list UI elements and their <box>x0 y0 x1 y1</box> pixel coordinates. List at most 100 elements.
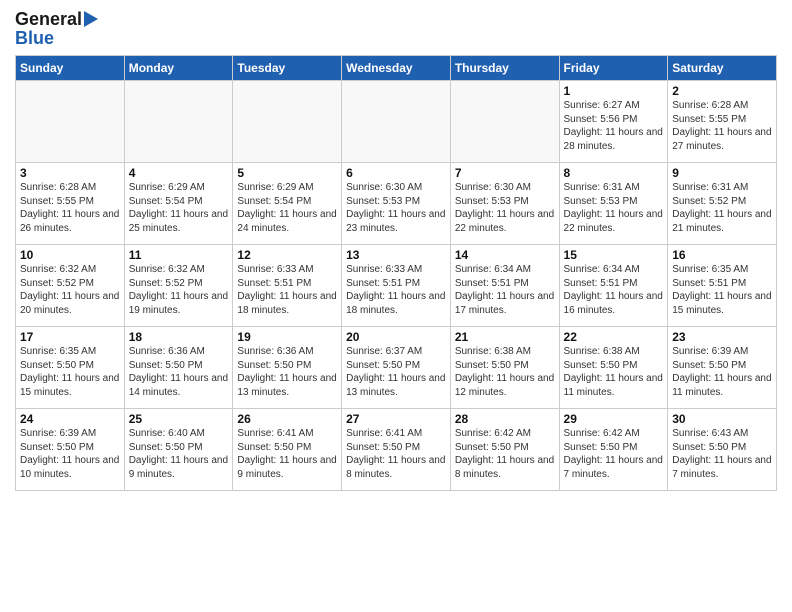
day-cell: 23Sunrise: 6:39 AM Sunset: 5:50 PM Dayli… <box>668 327 777 409</box>
weekday-header-thursday: Thursday <box>450 56 559 81</box>
day-cell <box>233 81 342 163</box>
day-number: 26 <box>237 412 337 426</box>
day-info: Sunrise: 6:32 AM Sunset: 5:52 PM Dayligh… <box>20 263 120 317</box>
day-cell: 11Sunrise: 6:32 AM Sunset: 5:52 PM Dayli… <box>124 245 233 327</box>
day-cell: 6Sunrise: 6:30 AM Sunset: 5:53 PM Daylig… <box>342 163 451 245</box>
day-number: 15 <box>564 248 664 262</box>
day-cell: 15Sunrise: 6:34 AM Sunset: 5:51 PM Dayli… <box>559 245 668 327</box>
week-row-3: 10Sunrise: 6:32 AM Sunset: 5:52 PM Dayli… <box>16 245 777 327</box>
day-cell <box>124 81 233 163</box>
day-number: 17 <box>20 330 120 344</box>
day-cell: 29Sunrise: 6:42 AM Sunset: 5:50 PM Dayli… <box>559 409 668 491</box>
day-cell: 9Sunrise: 6:31 AM Sunset: 5:52 PM Daylig… <box>668 163 777 245</box>
day-number: 6 <box>346 166 446 180</box>
day-number: 13 <box>346 248 446 262</box>
day-info: Sunrise: 6:35 AM Sunset: 5:51 PM Dayligh… <box>672 263 772 317</box>
day-number: 20 <box>346 330 446 344</box>
day-info: Sunrise: 6:42 AM Sunset: 5:50 PM Dayligh… <box>455 427 555 481</box>
day-number: 24 <box>20 412 120 426</box>
day-info: Sunrise: 6:42 AM Sunset: 5:50 PM Dayligh… <box>564 427 664 481</box>
day-info: Sunrise: 6:29 AM Sunset: 5:54 PM Dayligh… <box>129 181 229 235</box>
day-info: Sunrise: 6:41 AM Sunset: 5:50 PM Dayligh… <box>237 427 337 481</box>
calendar-table: SundayMondayTuesdayWednesdayThursdayFrid… <box>15 55 777 491</box>
day-cell: 1Sunrise: 6:27 AM Sunset: 5:56 PM Daylig… <box>559 81 668 163</box>
day-cell: 20Sunrise: 6:37 AM Sunset: 5:50 PM Dayli… <box>342 327 451 409</box>
day-info: Sunrise: 6:36 AM Sunset: 5:50 PM Dayligh… <box>237 345 337 399</box>
day-number: 1 <box>564 84 664 98</box>
header: General Blue <box>15 10 777 49</box>
day-info: Sunrise: 6:43 AM Sunset: 5:50 PM Dayligh… <box>672 427 772 481</box>
day-cell: 28Sunrise: 6:42 AM Sunset: 5:50 PM Dayli… <box>450 409 559 491</box>
day-cell: 30Sunrise: 6:43 AM Sunset: 5:50 PM Dayli… <box>668 409 777 491</box>
day-cell: 24Sunrise: 6:39 AM Sunset: 5:50 PM Dayli… <box>16 409 125 491</box>
day-info: Sunrise: 6:33 AM Sunset: 5:51 PM Dayligh… <box>237 263 337 317</box>
day-info: Sunrise: 6:36 AM Sunset: 5:50 PM Dayligh… <box>129 345 229 399</box>
day-info: Sunrise: 6:28 AM Sunset: 5:55 PM Dayligh… <box>20 181 120 235</box>
day-info: Sunrise: 6:39 AM Sunset: 5:50 PM Dayligh… <box>20 427 120 481</box>
day-number: 16 <box>672 248 772 262</box>
day-info: Sunrise: 6:28 AM Sunset: 5:55 PM Dayligh… <box>672 99 772 153</box>
day-info: Sunrise: 6:34 AM Sunset: 5:51 PM Dayligh… <box>564 263 664 317</box>
day-info: Sunrise: 6:31 AM Sunset: 5:53 PM Dayligh… <box>564 181 664 235</box>
day-number: 28 <box>455 412 555 426</box>
day-number: 27 <box>346 412 446 426</box>
weekday-header-wednesday: Wednesday <box>342 56 451 81</box>
day-number: 22 <box>564 330 664 344</box>
day-cell: 13Sunrise: 6:33 AM Sunset: 5:51 PM Dayli… <box>342 245 451 327</box>
day-info: Sunrise: 6:30 AM Sunset: 5:53 PM Dayligh… <box>455 181 555 235</box>
weekday-header-row: SundayMondayTuesdayWednesdayThursdayFrid… <box>16 56 777 81</box>
day-cell <box>450 81 559 163</box>
day-number: 23 <box>672 330 772 344</box>
day-number: 11 <box>129 248 229 262</box>
day-cell: 26Sunrise: 6:41 AM Sunset: 5:50 PM Dayli… <box>233 409 342 491</box>
day-info: Sunrise: 6:41 AM Sunset: 5:50 PM Dayligh… <box>346 427 446 481</box>
day-number: 4 <box>129 166 229 180</box>
day-info: Sunrise: 6:29 AM Sunset: 5:54 PM Dayligh… <box>237 181 337 235</box>
day-number: 9 <box>672 166 772 180</box>
day-cell: 10Sunrise: 6:32 AM Sunset: 5:52 PM Dayli… <box>16 245 125 327</box>
day-number: 10 <box>20 248 120 262</box>
day-info: Sunrise: 6:38 AM Sunset: 5:50 PM Dayligh… <box>564 345 664 399</box>
day-info: Sunrise: 6:40 AM Sunset: 5:50 PM Dayligh… <box>129 427 229 481</box>
day-number: 7 <box>455 166 555 180</box>
logo: General Blue <box>15 10 98 49</box>
day-cell: 27Sunrise: 6:41 AM Sunset: 5:50 PM Dayli… <box>342 409 451 491</box>
weekday-header-friday: Friday <box>559 56 668 81</box>
day-cell: 16Sunrise: 6:35 AM Sunset: 5:51 PM Dayli… <box>668 245 777 327</box>
day-cell: 19Sunrise: 6:36 AM Sunset: 5:50 PM Dayli… <box>233 327 342 409</box>
day-info: Sunrise: 6:31 AM Sunset: 5:52 PM Dayligh… <box>672 181 772 235</box>
day-cell: 5Sunrise: 6:29 AM Sunset: 5:54 PM Daylig… <box>233 163 342 245</box>
day-number: 12 <box>237 248 337 262</box>
day-cell: 17Sunrise: 6:35 AM Sunset: 5:50 PM Dayli… <box>16 327 125 409</box>
day-info: Sunrise: 6:34 AM Sunset: 5:51 PM Dayligh… <box>455 263 555 317</box>
day-cell: 7Sunrise: 6:30 AM Sunset: 5:53 PM Daylig… <box>450 163 559 245</box>
week-row-1: 1Sunrise: 6:27 AM Sunset: 5:56 PM Daylig… <box>16 81 777 163</box>
week-row-4: 17Sunrise: 6:35 AM Sunset: 5:50 PM Dayli… <box>16 327 777 409</box>
day-info: Sunrise: 6:33 AM Sunset: 5:51 PM Dayligh… <box>346 263 446 317</box>
day-cell: 3Sunrise: 6:28 AM Sunset: 5:55 PM Daylig… <box>16 163 125 245</box>
day-number: 30 <box>672 412 772 426</box>
day-cell: 8Sunrise: 6:31 AM Sunset: 5:53 PM Daylig… <box>559 163 668 245</box>
day-info: Sunrise: 6:35 AM Sunset: 5:50 PM Dayligh… <box>20 345 120 399</box>
day-number: 21 <box>455 330 555 344</box>
day-number: 14 <box>455 248 555 262</box>
day-info: Sunrise: 6:30 AM Sunset: 5:53 PM Dayligh… <box>346 181 446 235</box>
logo-general: General <box>15 10 82 28</box>
day-cell: 2Sunrise: 6:28 AM Sunset: 5:55 PM Daylig… <box>668 81 777 163</box>
day-cell: 4Sunrise: 6:29 AM Sunset: 5:54 PM Daylig… <box>124 163 233 245</box>
day-cell <box>342 81 451 163</box>
day-number: 3 <box>20 166 120 180</box>
day-cell: 25Sunrise: 6:40 AM Sunset: 5:50 PM Dayli… <box>124 409 233 491</box>
day-number: 19 <box>237 330 337 344</box>
logo-blue: Blue <box>15 28 54 49</box>
day-number: 2 <box>672 84 772 98</box>
day-info: Sunrise: 6:32 AM Sunset: 5:52 PM Dayligh… <box>129 263 229 317</box>
weekday-header-sunday: Sunday <box>16 56 125 81</box>
weekday-header-monday: Monday <box>124 56 233 81</box>
day-number: 29 <box>564 412 664 426</box>
day-cell <box>16 81 125 163</box>
weekday-header-saturday: Saturday <box>668 56 777 81</box>
day-cell: 14Sunrise: 6:34 AM Sunset: 5:51 PM Dayli… <box>450 245 559 327</box>
day-info: Sunrise: 6:27 AM Sunset: 5:56 PM Dayligh… <box>564 99 664 153</box>
day-cell: 22Sunrise: 6:38 AM Sunset: 5:50 PM Dayli… <box>559 327 668 409</box>
